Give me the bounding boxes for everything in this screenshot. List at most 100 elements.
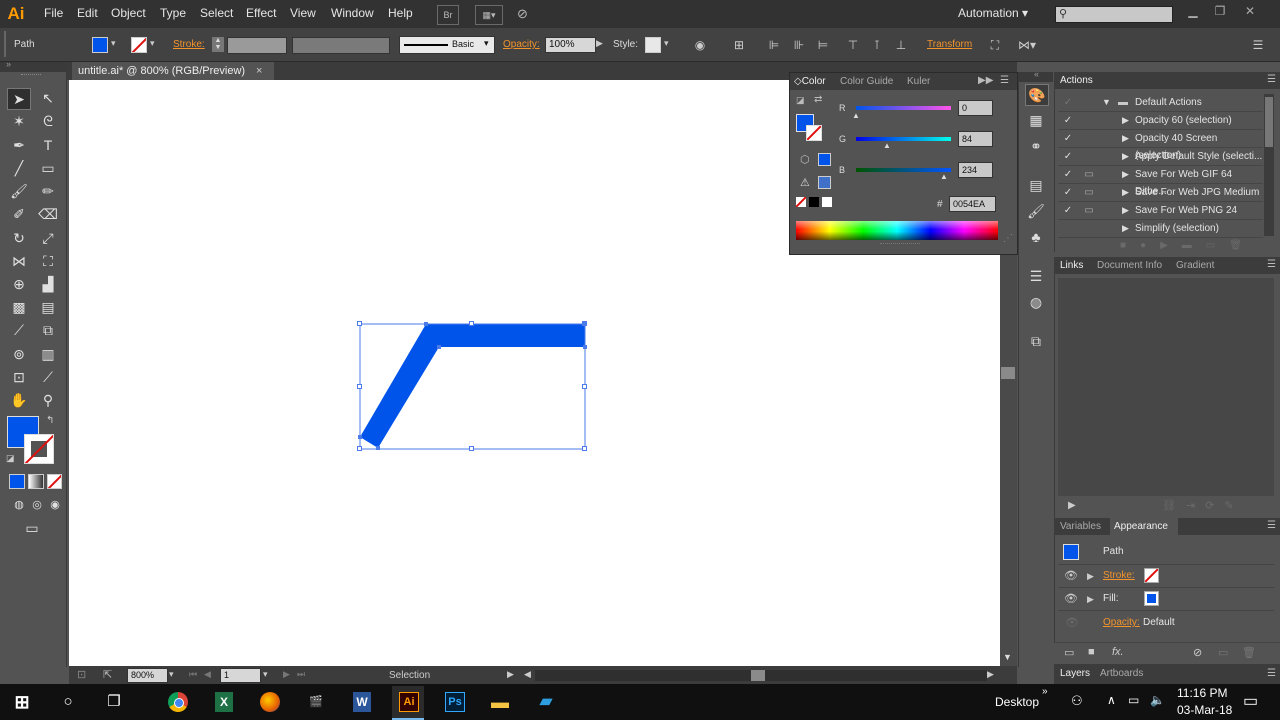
expand-triangle-icon[interactable]: ▶ bbox=[1087, 594, 1094, 605]
menu-type[interactable]: Type bbox=[160, 6, 186, 20]
action-item[interactable]: ✓ ▭ ▶ Save For Web PNG 24 bbox=[1058, 202, 1263, 220]
default-colors-icon[interactable]: ◪ bbox=[796, 95, 805, 106]
b-slider-thumb[interactable]: ▲ bbox=[940, 172, 948, 181]
action-item[interactable]: ✓ ▶ Apply Default Style (selecti... bbox=[1058, 148, 1263, 166]
selected-path[interactable] bbox=[360, 324, 585, 448]
blob-brush-tool-icon[interactable]: ✐ bbox=[8, 204, 30, 224]
graphic-style-swatch[interactable] bbox=[645, 37, 661, 53]
column-graph-tool-icon[interactable]: ▥ bbox=[37, 344, 59, 364]
delete-icon[interactable]: 🗑 bbox=[1229, 240, 1256, 251]
panel-menu-icon[interactable]: ☰ bbox=[1267, 74, 1276, 85]
direct-selection-tool-icon[interactable]: ↖ bbox=[37, 88, 59, 108]
b-slider[interactable] bbox=[856, 168, 951, 172]
tab-links[interactable]: Links bbox=[1060, 260, 1083, 271]
style-dropdown-icon[interactable]: ▾ bbox=[664, 38, 669, 49]
eyedropper-tool-icon[interactable]: ⟋ bbox=[8, 320, 30, 340]
expand-triangle-icon[interactable]: ▶ bbox=[1122, 112, 1129, 129]
photoshop-icon[interactable]: Ps bbox=[438, 686, 470, 718]
type-tool-icon[interactable]: T bbox=[37, 135, 59, 155]
r-slider-thumb[interactable]: ▲ bbox=[852, 111, 860, 120]
artboard-nav-icon[interactable]: ⊡ bbox=[77, 668, 86, 681]
expand-triangle-icon[interactable]: ▶ bbox=[1087, 571, 1094, 582]
toggle-check-icon[interactable]: ✓ bbox=[1058, 184, 1078, 201]
panel-resize-corner-icon[interactable]: ⋰ bbox=[1003, 233, 1013, 244]
align-horizontal-center-icon[interactable]: ⊪ bbox=[791, 38, 807, 52]
mesh-tool-icon[interactable]: ▩ bbox=[8, 297, 30, 317]
last-artboard-icon[interactable]: ⏭ bbox=[297, 669, 305, 680]
duplicate-item-icon[interactable]: ▭ bbox=[1218, 646, 1228, 659]
toggle-check-icon[interactable]: ✓ bbox=[1058, 130, 1078, 147]
brushes-panel-icon[interactable]: 🖌 bbox=[1025, 201, 1047, 221]
transparency-panel-icon[interactable]: ◍ bbox=[1025, 292, 1047, 312]
clock-date[interactable]: 03-Mar-18 bbox=[1177, 703, 1232, 717]
close-button[interactable]: ✕ bbox=[1239, 4, 1261, 20]
dialog-toggle-icon[interactable]: ▭ bbox=[1080, 166, 1098, 183]
g-slider[interactable] bbox=[856, 137, 951, 141]
rotate-tool-icon[interactable]: ↻ bbox=[8, 228, 30, 248]
pencil-tool-icon[interactable]: ✏ bbox=[37, 181, 59, 201]
g-value-field[interactable]: 84 bbox=[958, 131, 993, 147]
clock-time[interactable]: 11:16 PM bbox=[1177, 686, 1227, 700]
hand-tool-icon[interactable]: ✋ bbox=[8, 390, 30, 410]
workspace-switcher[interactable]: Automation ▾ bbox=[958, 6, 1028, 20]
panel-resize-grip[interactable] bbox=[880, 243, 920, 247]
r-slider[interactable] bbox=[856, 106, 951, 110]
black-color-swatch[interactable] bbox=[809, 197, 819, 207]
action-item[interactable]: ✓ ▶ Opacity 60 (selection) bbox=[1058, 112, 1263, 130]
menu-help[interactable]: Help bbox=[388, 6, 413, 20]
opacity-field[interactable]: 100% bbox=[545, 37, 596, 53]
tab-artboards[interactable]: Artboards bbox=[1100, 668, 1143, 679]
color-mode-icon[interactable] bbox=[9, 474, 25, 489]
width-tool-icon[interactable]: ⋈ bbox=[8, 251, 30, 271]
free-transform-tool-icon[interactable]: ⛶ bbox=[37, 251, 59, 271]
magic-wand-tool-icon[interactable]: ✶ bbox=[8, 111, 30, 131]
transform-link[interactable]: Transform bbox=[927, 39, 972, 50]
zoom-dropdown-icon[interactable]: ▾ bbox=[169, 669, 174, 680]
panel-menu-icon[interactable]: ☰ bbox=[1000, 75, 1009, 86]
tab-document-info[interactable]: Document Info bbox=[1097, 260, 1162, 271]
vertical-scroll-thumb[interactable] bbox=[1001, 367, 1015, 379]
add-new-stroke-icon[interactable]: ▭ bbox=[1064, 646, 1074, 659]
line-segment-tool-icon[interactable]: ╱ bbox=[8, 158, 30, 178]
toggle-check-icon[interactable]: ✓ bbox=[1058, 148, 1078, 165]
stroke-panel-icon[interactable]: ☰ bbox=[1025, 266, 1047, 286]
swatch-libraries-icon[interactable]: ▤ bbox=[1025, 175, 1047, 195]
perspective-grid-tool-icon[interactable]: ▟ bbox=[37, 274, 59, 294]
opacity-arrow-icon[interactable]: ▶ bbox=[596, 38, 603, 49]
artboard-tool-icon[interactable]: ⊡ bbox=[8, 367, 30, 387]
artboards-panel-icon[interactable]: ⧉ bbox=[1025, 331, 1047, 351]
menu-edit[interactable]: Edit bbox=[77, 6, 98, 20]
selection-tool-icon[interactable]: ➤ bbox=[7, 88, 31, 110]
go-to-link-icon[interactable]: ⇥ bbox=[1186, 500, 1205, 512]
symbols-panel-icon[interactable]: ♣ bbox=[1025, 227, 1047, 247]
align-to-selection-icon[interactable]: ⊞ bbox=[731, 38, 747, 52]
chrome-icon[interactable] bbox=[162, 686, 194, 718]
action-item[interactable]: ✓ ▶ Opacity 40 Screen (selection) bbox=[1058, 130, 1263, 161]
white-color-swatch[interactable] bbox=[822, 197, 832, 207]
lasso-tool-icon[interactable]: ᘓ bbox=[37, 111, 59, 131]
action-set-default[interactable]: ✓ ▼ ▬ Default Actions bbox=[1058, 94, 1263, 112]
panel-menu-icon[interactable]: ☰ bbox=[1267, 259, 1276, 270]
search-input[interactable]: ⚲ bbox=[1055, 6, 1173, 23]
expand-triangle-icon[interactable]: ▼ bbox=[1102, 94, 1111, 111]
color-panel-stroke-swatch[interactable] bbox=[806, 125, 822, 141]
in-gamut-color-swatch[interactable] bbox=[818, 176, 831, 189]
document-tab[interactable]: untitle.ai* @ 800% (RGB/Preview) × bbox=[72, 62, 274, 80]
collapse-icon[interactable]: ▶▶ bbox=[978, 75, 993, 86]
swap-colors-icon[interactable]: ⇄ bbox=[814, 94, 822, 105]
visibility-eye-icon[interactable]: 👁 bbox=[1064, 592, 1078, 605]
next-artboard-icon[interactable]: ▶ bbox=[283, 669, 290, 680]
delete-item-icon[interactable]: 🗑 bbox=[1242, 646, 1256, 659]
slice-tool-icon[interactable]: ⟋ bbox=[37, 367, 59, 387]
new-set-icon[interactable]: ▬ bbox=[1182, 240, 1206, 251]
appearance-stroke-swatch[interactable] bbox=[1144, 568, 1159, 583]
artboard-dropdown-icon[interactable]: ▾ bbox=[263, 669, 268, 680]
file-explorer-icon[interactable]: ▬ bbox=[484, 686, 516, 718]
panel-menu-icon[interactable]: ☰ bbox=[1267, 520, 1276, 531]
dialog-toggle-icon[interactable]: ▭ bbox=[1080, 184, 1098, 201]
gpu-performance-icon[interactable]: ⊘ bbox=[517, 6, 528, 22]
align-right-icon[interactable]: ⊨ bbox=[815, 38, 831, 52]
cortana-icon[interactable]: ○ bbox=[52, 686, 84, 718]
media-player-icon[interactable]: 🎬 bbox=[300, 686, 332, 718]
new-action-icon[interactable]: ▭ bbox=[1206, 240, 1229, 251]
